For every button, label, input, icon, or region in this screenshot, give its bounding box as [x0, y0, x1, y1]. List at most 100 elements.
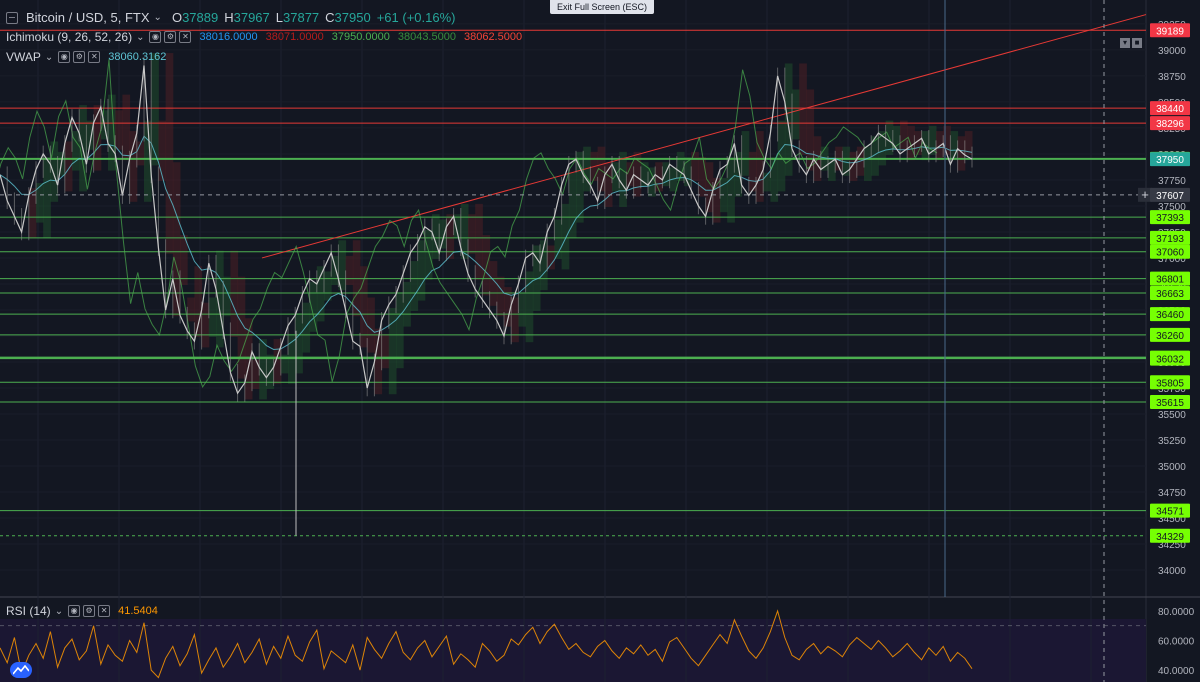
settings-icon[interactable]: ⚙ [73, 51, 86, 63]
cloud-segment [50, 141, 59, 202]
support-badge: 37393 [1156, 213, 1184, 224]
support-badge: 37060 [1156, 248, 1184, 259]
rsi-legend: RSI (14) ⌄ ◉ ⚙ ✕ 41.5404 [6, 604, 158, 618]
crosshair-plus-icon[interactable]: + [1138, 187, 1152, 202]
rsi-band-background [0, 619, 1146, 682]
eye-icon[interactable]: ◉ [149, 31, 162, 43]
collapse-icon[interactable] [6, 11, 18, 24]
support-badge: 35615 [1156, 398, 1184, 409]
support-badge: 37193 [1156, 234, 1184, 245]
cloud-segment [187, 297, 195, 322]
ichimoku-span-b-value: 38062.5000 [463, 31, 523, 43]
support-badge: 36663 [1156, 289, 1184, 300]
chart-canvas[interactable]: +392503900038750385003825038000377503750… [0, 0, 1200, 682]
eye-icon[interactable]: ◉ [68, 605, 81, 617]
ichimoku-conversion-value: 38016.0000 [199, 31, 258, 43]
chevron-down-icon[interactable]: ⌄ [154, 12, 162, 23]
ohlc-high: H37967 [224, 10, 270, 25]
chevron-down-icon[interactable]: ▾ [1120, 38, 1130, 48]
cloud-segment [331, 255, 339, 285]
cloud-segment [864, 146, 872, 181]
cloud-segment [122, 94, 131, 161]
ohlc-close: C37950 [325, 10, 371, 25]
cloud-segment [324, 271, 332, 301]
price-tick-label: 35000 [1158, 462, 1186, 473]
vwap-name[interactable]: VWAP [6, 50, 41, 64]
support-badge: 36801 [1156, 275, 1184, 286]
cloud-segment [165, 53, 174, 254]
support-badge: 35805 [1156, 378, 1184, 389]
tradingview-logo-icon[interactable] [10, 662, 32, 678]
cloud-segment [158, 120, 167, 181]
chevron-down-icon[interactable]: ⌄ [55, 606, 63, 617]
cloud-segment [698, 157, 707, 197]
price-scale-controls: ▾ ■ [1118, 32, 1142, 50]
chevron-down-icon[interactable]: ⌄ [45, 52, 53, 63]
settings-icon[interactable]: ⚙ [164, 31, 177, 43]
rsi-tick-label: 40.0000 [1158, 666, 1195, 677]
vwap-value: 38060.3162 [108, 51, 167, 63]
chart-window[interactable]: +392503900038750385003825038000377503750… [0, 0, 1200, 682]
rsi-tick-label: 60.0000 [1158, 637, 1195, 648]
cloud-segment [511, 297, 519, 343]
eye-icon[interactable]: ◉ [58, 51, 71, 63]
cloud-segment [828, 157, 836, 181]
cloud-segment [208, 297, 217, 338]
cloud-segment [482, 235, 491, 296]
price-tick-label: 39000 [1158, 46, 1186, 57]
cloud-segment [252, 359, 260, 390]
cloud-segment [648, 167, 656, 197]
cloud-segment [568, 172, 577, 239]
cloud-segment [302, 302, 311, 353]
support-badge: 36260 [1156, 331, 1184, 342]
cloud-segment [28, 188, 37, 239]
cloud-segment [475, 203, 483, 280]
cloud-segment [273, 339, 282, 384]
cloud-segment [619, 151, 627, 207]
rsi-tick-label: 80.0000 [1158, 607, 1195, 618]
cloud-segment [136, 141, 145, 166]
cloud-segment [439, 219, 447, 249]
price-tick-label: 37750 [1158, 176, 1186, 187]
price-tick-label: 35250 [1158, 436, 1186, 447]
price-change: +61 (+0.16%) [376, 10, 456, 25]
resistance-badge: 39189 [1156, 26, 1184, 37]
ohlc-open: O37889 [171, 10, 219, 25]
chevron-down-icon[interactable]: ⌄ [136, 32, 144, 43]
cloud-segment [43, 157, 51, 239]
ichimoku-span-a-value: 38043.5000 [397, 31, 456, 43]
exit-fullscreen-button[interactable]: Exit Full Screen (ESC) [550, 0, 654, 14]
close-icon[interactable]: ✕ [98, 605, 111, 617]
close-icon[interactable]: ✕ [179, 31, 192, 43]
support-badge: 34571 [1156, 507, 1184, 518]
cloud-segment [561, 203, 570, 270]
ohlc-low: L37877 [275, 10, 320, 25]
cloud-segment [345, 255, 354, 285]
cloud-segment [201, 302, 210, 348]
price-tick-label: 34750 [1158, 488, 1186, 499]
cloud-segment [792, 89, 800, 140]
ichimoku-legend: Ichimoku (9, 26, 52, 26) ⌄ ◉ ⚙ ✕ 38016.0… [6, 30, 522, 44]
rsi-scale-ticks: 80.0000 60.0000 40.0000 [1158, 607, 1195, 677]
cloud-segment [230, 250, 239, 338]
cloud-segment [849, 151, 858, 181]
cloud-segment [417, 240, 426, 301]
cloud-segment [64, 141, 73, 192]
cloud-segment [424, 229, 433, 280]
price-tick-label: 34000 [1158, 566, 1186, 577]
cloud-segment [518, 292, 527, 327]
cloud-segment [468, 214, 476, 254]
close-icon[interactable]: ■ [1132, 38, 1142, 48]
ichimoku-base-value: 38071.0000 [265, 31, 324, 43]
cloud-segment [957, 136, 966, 171]
cloud-segment [900, 120, 908, 150]
rsi-name[interactable]: RSI (14) [6, 604, 51, 618]
ichimoku-name[interactable]: Ichimoku (9, 26, 52, 26) [6, 30, 132, 44]
settings-icon[interactable]: ⚙ [83, 605, 96, 617]
close-icon[interactable]: ✕ [88, 51, 101, 63]
cloud-segment [367, 297, 375, 353]
symbol-title[interactable]: Bitcoin / USD, 5, FTX [26, 10, 150, 25]
rsi-value: 41.5404 [118, 605, 158, 617]
cloud-segment [115, 110, 123, 150]
price-tick-label: 38750 [1158, 72, 1186, 83]
